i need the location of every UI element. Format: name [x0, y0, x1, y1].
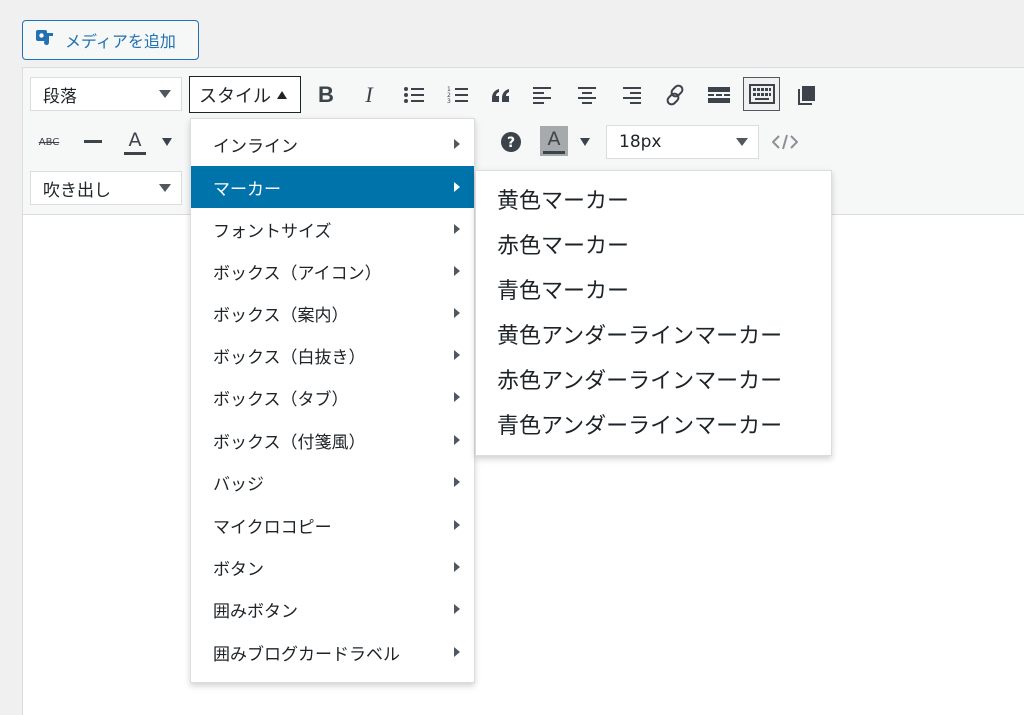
code-icon[interactable]: [770, 128, 800, 156]
menu-item-badge[interactable]: バッジ: [191, 461, 474, 503]
chevron-right-icon: [454, 139, 460, 149]
svg-text:?: ?: [507, 135, 515, 151]
align-center-icon[interactable]: [572, 80, 602, 110]
background-color-icon[interactable]: A: [540, 126, 568, 156]
chevron-right-icon: [454, 562, 460, 572]
format-select-value: 段落: [43, 86, 77, 107]
menu-item-font-size[interactable]: フォントサイズ: [191, 208, 474, 250]
menu-item-box-outline[interactable]: ボックス（白抜き）: [191, 334, 474, 376]
blockquote-icon[interactable]: [486, 80, 516, 110]
caret-up-icon: [277, 90, 287, 99]
chevron-right-icon: [454, 647, 460, 657]
submenu-item-blue-marker[interactable]: 青色マーカー: [476, 266, 831, 311]
menu-item-microcopy[interactable]: マイクロコピー: [191, 504, 474, 546]
style-button-label: スタイル: [199, 85, 271, 107]
text-color-dropdown-icon[interactable]: [162, 138, 172, 146]
strikethrough-icon[interactable]: ABC: [33, 128, 65, 156]
chevron-right-icon: [454, 224, 460, 234]
align-left-icon[interactable]: [528, 80, 558, 110]
svg-text:3: 3: [447, 98, 451, 105]
submenu-item-yellow-underline-marker[interactable]: 黄色アンダーラインマーカー: [476, 311, 831, 356]
marker-submenu: 黄色マーカー 赤色マーカー 青色マーカー 黄色アンダーラインマーカー 赤色アンダ…: [475, 170, 832, 456]
style-button[interactable]: スタイル: [189, 76, 301, 113]
chevron-right-icon: [454, 435, 460, 445]
align-right-icon[interactable]: [616, 80, 646, 110]
speech-balloon-select[interactable]: 吹き出し: [30, 171, 182, 205]
numbered-list-icon[interactable]: 1 2 3: [443, 80, 473, 110]
italic-icon[interactable]: I: [354, 80, 384, 110]
horizontal-line-icon[interactable]: [78, 128, 108, 156]
font-size-select[interactable]: 18px: [606, 125, 759, 159]
help-icon[interactable]: ?: [498, 128, 524, 156]
chevron-right-icon: [454, 392, 460, 402]
bold-icon[interactable]: B: [311, 80, 341, 110]
background-color-dropdown-icon[interactable]: [580, 138, 590, 146]
link-icon[interactable]: [660, 80, 690, 110]
read-more-icon[interactable]: [704, 80, 734, 110]
copy-icon[interactable]: [791, 80, 821, 110]
menu-item-framed-button[interactable]: 囲みボタン: [191, 588, 474, 630]
chevron-right-icon: [454, 520, 460, 530]
speech-balloon-select-value: 吹き出し: [43, 180, 111, 201]
chevron-right-icon: [454, 308, 460, 318]
menu-item-blogcard-label[interactable]: 囲みブログカードラベル: [191, 631, 474, 673]
menu-item-box-icon[interactable]: ボックス（アイコン）: [191, 250, 474, 292]
chevron-right-icon: [454, 350, 460, 360]
submenu-item-blue-underline-marker[interactable]: 青色アンダーラインマーカー: [476, 401, 831, 446]
submenu-item-red-marker[interactable]: 赤色マーカー: [476, 221, 831, 266]
add-media-label: メディアを追加: [65, 32, 176, 51]
chevron-right-icon: [454, 604, 460, 614]
menu-item-marker[interactable]: マーカー: [191, 166, 474, 208]
menu-item-button[interactable]: ボタン: [191, 546, 474, 588]
chevron-down-icon: [736, 138, 748, 146]
menu-item-box-sticky[interactable]: ボックス（付箋風）: [191, 419, 474, 461]
chevron-right-icon: [454, 266, 460, 276]
chevron-down-icon: [159, 90, 171, 98]
add-media-button[interactable]: メディアを追加: [22, 20, 199, 60]
menu-item-inline[interactable]: インライン: [191, 123, 474, 165]
font-size-select-value: 18px: [619, 132, 662, 152]
submenu-item-red-underline-marker[interactable]: 赤色アンダーラインマーカー: [476, 356, 831, 401]
format-select[interactable]: 段落: [30, 77, 182, 111]
bullet-list-icon[interactable]: [399, 80, 429, 110]
submenu-item-yellow-marker[interactable]: 黄色マーカー: [476, 176, 831, 221]
menu-item-box-guide[interactable]: ボックス（案内）: [191, 292, 474, 334]
chevron-down-icon: [159, 184, 171, 192]
add-media-icon: [35, 27, 57, 53]
menu-item-box-tab[interactable]: ボックス（タブ）: [191, 376, 474, 418]
chevron-right-icon: [454, 182, 460, 192]
style-dropdown-menu: インライン マーカー フォントサイズ ボックス（アイコン） ボックス（案内） ボ…: [190, 118, 475, 683]
toolbar-toggle-icon[interactable]: [743, 77, 780, 111]
text-color-icon[interactable]: A: [120, 126, 150, 158]
chevron-right-icon: [454, 477, 460, 487]
